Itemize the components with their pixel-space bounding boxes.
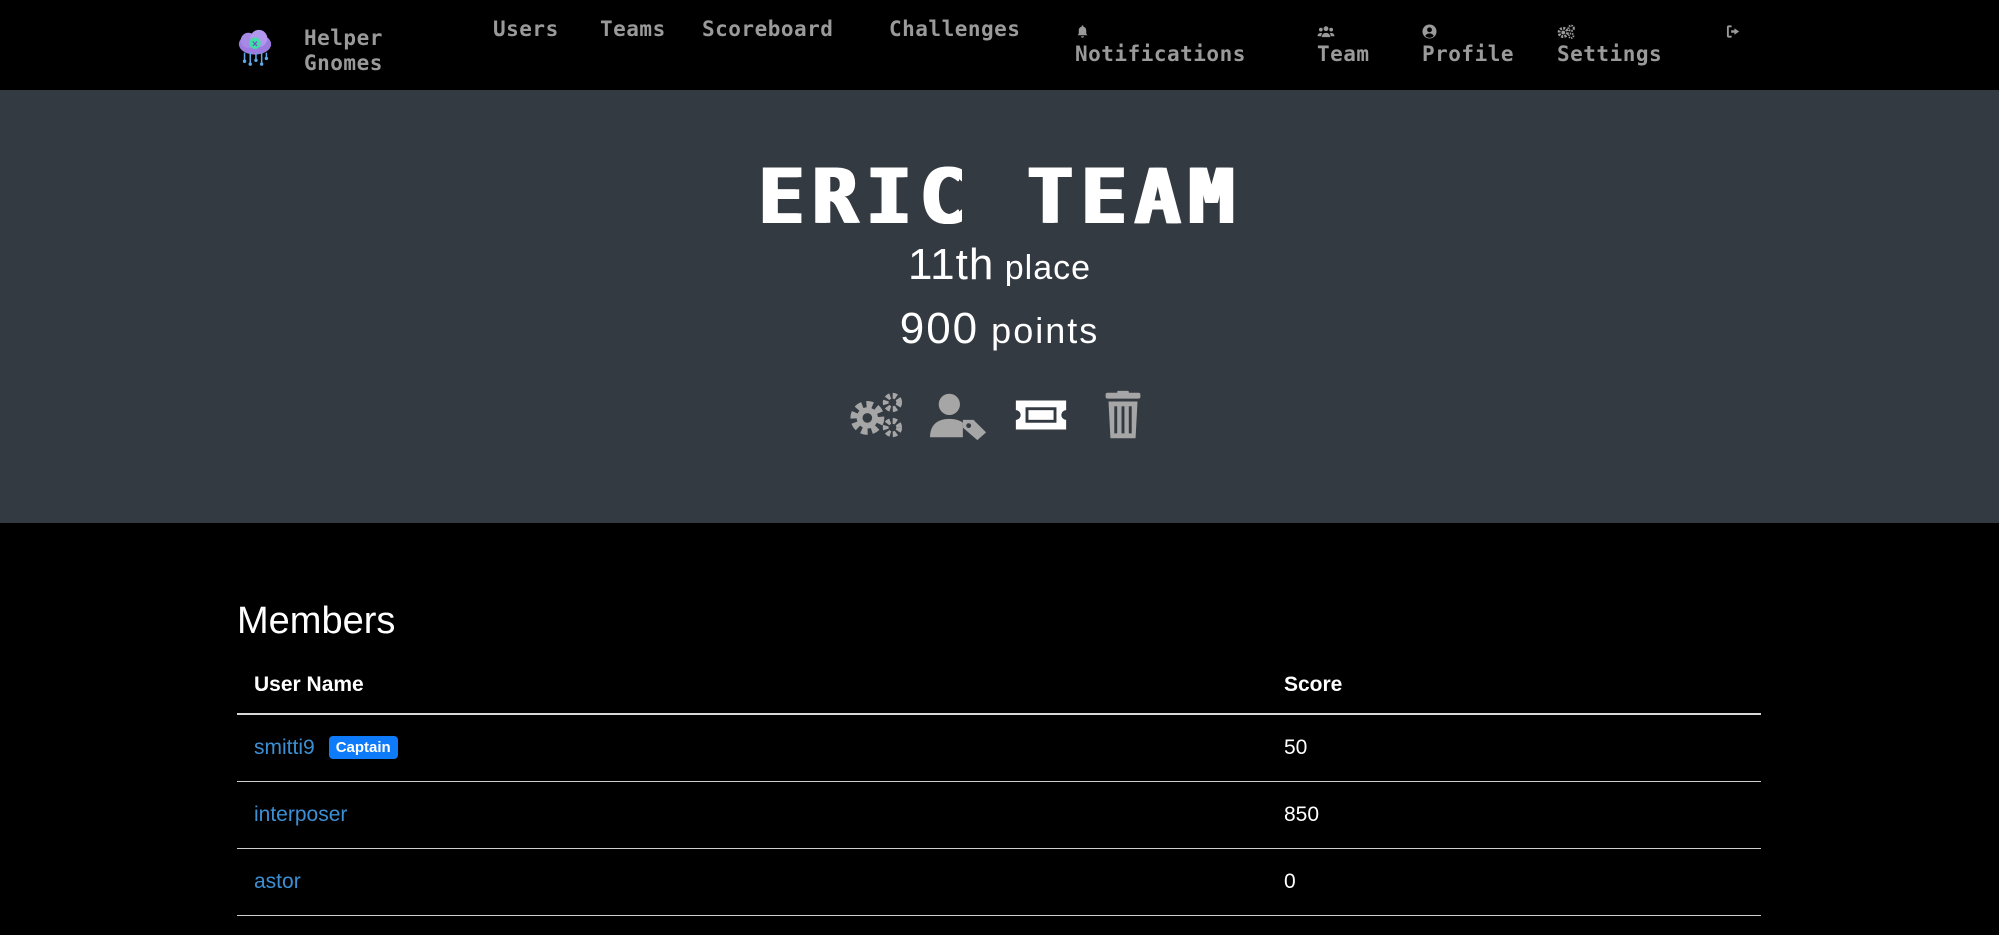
cogs-icon <box>1557 17 1662 42</box>
team-points: 900 points <box>0 304 1999 354</box>
captain-badge: Captain <box>328 736 398 759</box>
manage-captain-button[interactable] <box>929 386 988 444</box>
table-row: smitti9 Captain 50 <box>237 714 1761 782</box>
cogs-icon <box>849 392 902 438</box>
table-header-row: User Name Score <box>237 673 1761 715</box>
nav-team-label: Team <box>1317 42 1370 66</box>
team-hero: ERIC TEAM 11th place 900 points <box>0 90 1999 523</box>
nav-teams[interactable]: Teams <box>600 17 666 42</box>
table-row: interposer 850 <box>237 781 1761 849</box>
points-number: 900 <box>899 304 980 353</box>
cloud-logo-icon: × <box>238 29 272 66</box>
brand[interactable]: × Helper Gnomes <box>236 26 382 75</box>
table-row: astor 0 <box>237 848 1761 916</box>
nav-notifications[interactable]: Notifications <box>1075 17 1246 67</box>
member-score: 0 <box>1267 848 1761 916</box>
bell-icon <box>1075 17 1246 42</box>
trash-icon <box>1105 390 1140 439</box>
points-label: points <box>991 310 1100 351</box>
members-title: Members <box>237 600 396 642</box>
brand-name: Helper Gnomes <box>304 26 383 75</box>
member-name-cell: interposer <box>237 781 1267 849</box>
nav-scoreboard[interactable]: Scoreboard <box>702 17 833 42</box>
member-score: 50 <box>1267 714 1761 782</box>
team-place: 11th place <box>0 240 1999 290</box>
sign-out-icon <box>1726 17 1741 42</box>
user-tag-icon <box>929 393 986 441</box>
invite-ticket-button[interactable] <box>1012 386 1070 444</box>
members-table: User Name Score smitti9 Captain 50 interp… <box>237 673 1761 916</box>
nav-challenges[interactable]: Challenges <box>889 17 1020 42</box>
place-number: 11th <box>907 240 995 289</box>
disband-team-button[interactable] <box>1094 386 1152 444</box>
member-link[interactable]: astor <box>254 870 301 893</box>
member-link[interactable]: interposer <box>254 803 347 826</box>
navbar: × Helper Gnomes Users Teams Scoreboard C… <box>0 0 1999 90</box>
place-label: place <box>1004 249 1092 287</box>
nav-profile-label: Profile <box>1422 42 1515 66</box>
column-header-username: User Name <box>237 673 1267 715</box>
nav-team[interactable]: Team <box>1317 17 1370 67</box>
member-name-cell: astor <box>237 848 1267 916</box>
nav-notifications-label: Notifications <box>1075 42 1246 66</box>
users-icon <box>1317 17 1370 42</box>
nav-settings[interactable]: Settings <box>1557 17 1662 67</box>
member-score: 850 <box>1267 781 1761 849</box>
ticket-icon <box>1015 400 1066 430</box>
user-circle-icon <box>1422 17 1514 42</box>
member-name-cell: smitti9 Captain <box>237 714 1267 782</box>
svg-text:×: × <box>251 40 258 50</box>
column-header-score: Score <box>1267 673 1761 715</box>
members-section: Members User Name Score smitti9 Captain 5… <box>237 600 1761 916</box>
team-actions <box>0 386 1999 444</box>
team-settings-button[interactable] <box>848 386 906 444</box>
member-link[interactable]: smitti9 <box>254 736 315 759</box>
nav-users[interactable]: Users <box>493 17 559 42</box>
nav-profile[interactable]: Profile <box>1422 17 1514 67</box>
nav-logout[interactable] <box>1726 17 1741 42</box>
team-name: ERIC TEAM <box>757 152 1242 241</box>
nav-settings-label: Settings <box>1557 42 1663 66</box>
